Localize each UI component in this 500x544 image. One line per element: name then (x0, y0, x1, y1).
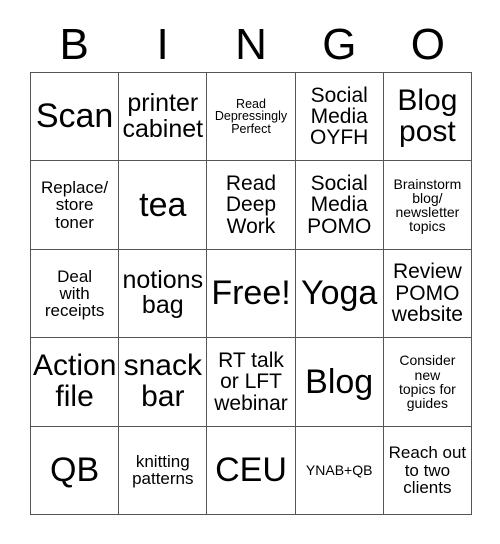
bingo-cell[interactable]: tea (119, 161, 208, 250)
bingo-cell-label: snack bar (123, 349, 202, 413)
bingo-cell-label: notions bag (122, 265, 204, 320)
bingo-cell-label: Scan (35, 97, 114, 136)
bingo-cell[interactable]: Replace/ store toner (31, 161, 120, 250)
bingo-cell[interactable]: Consider new topics for guides (383, 338, 472, 427)
bingo-cell-free[interactable]: Free! (207, 249, 296, 339)
bingo-cell-label: Yoga (301, 274, 378, 313)
bingo-cell[interactable]: notions bag (119, 249, 208, 339)
bingo-cell[interactable]: knitting patterns (119, 426, 208, 515)
bingo-header-row: B I N G O (30, 18, 472, 72)
bingo-cell[interactable]: Blog post (383, 73, 472, 162)
bingo-header-letter-i: I (156, 20, 169, 69)
bingo-cell[interactable]: CEU (207, 426, 296, 515)
bingo-cell-label: Blog post (397, 84, 458, 148)
bingo-cell[interactable]: Social Media OYFH (295, 73, 384, 162)
bingo-cell[interactable]: Social Media POMO (295, 161, 384, 250)
bingo-cell-label: Free! (211, 274, 291, 313)
bingo-cell[interactable]: Action file (31, 338, 120, 427)
bingo-header-letter-n: N (235, 20, 267, 69)
bingo-cell[interactable]: Brainstorm blog/ newsletter topics (383, 161, 472, 250)
bingo-cell[interactable]: YNAB+QB (295, 426, 384, 515)
bingo-cell-label: CEU (215, 450, 287, 489)
bingo-cell-label: Consider new topics for guides (398, 352, 456, 412)
bingo-cell[interactable]: RT talk or LFT webinar (207, 338, 296, 427)
bingo-cell[interactable]: Yoga (295, 249, 384, 339)
bingo-cell-label: printer cabinet (122, 89, 204, 143)
bingo-cell-label: Read Deep Work (225, 171, 277, 238)
bingo-cell-label: Replace/ store toner (41, 178, 109, 232)
bingo-cell[interactable]: Read Depressingly Perfect (207, 73, 296, 162)
bingo-cell[interactable]: snack bar (119, 338, 208, 427)
bingo-cell[interactable]: Review POMO website (383, 249, 472, 339)
bingo-cell-label: Deal with receipts (44, 266, 105, 321)
bingo-cell-label: YNAB+QB (305, 462, 373, 479)
bingo-cell-label: Reach out to two clients (388, 443, 467, 497)
bingo-cell[interactable]: Read Deep Work (207, 161, 296, 250)
bingo-cell-label: Blog (305, 362, 374, 401)
bingo-cell-label: RT talk or LFT webinar (214, 348, 288, 415)
bingo-header-letter-g: G (322, 20, 357, 69)
bingo-cell[interactable]: Scan (31, 73, 120, 162)
bingo-cell-label: Social Media OYFH (310, 83, 369, 150)
bingo-header-letter-b: B (59, 20, 89, 69)
bingo-card: B I N G O Scan printer cabinet Read Depr… (0, 0, 500, 544)
bingo-cell[interactable]: printer cabinet (119, 73, 208, 162)
bingo-cell-label: Social Media POMO (307, 171, 372, 238)
bingo-grid: Scan printer cabinet Read Depressingly P… (30, 72, 472, 515)
bingo-cell-label: QB (50, 450, 100, 489)
bingo-cell[interactable]: QB (31, 426, 120, 515)
bingo-cell[interactable]: Deal with receipts (31, 249, 120, 339)
bingo-cell-label: Review POMO website (391, 260, 463, 327)
bingo-cell-label: tea (139, 185, 187, 224)
bingo-cell-label: Read Depressingly Perfect (214, 96, 288, 137)
bingo-cell[interactable]: Reach out to two clients (383, 426, 472, 515)
bingo-cell-label: Action file (33, 349, 117, 413)
bingo-cell-label: knitting patterns (132, 451, 194, 489)
bingo-cell-label: Brainstorm blog/ newsletter topics (393, 175, 462, 235)
bingo-cell[interactable]: Blog (295, 338, 384, 427)
bingo-header-letter-o: O (410, 20, 445, 69)
